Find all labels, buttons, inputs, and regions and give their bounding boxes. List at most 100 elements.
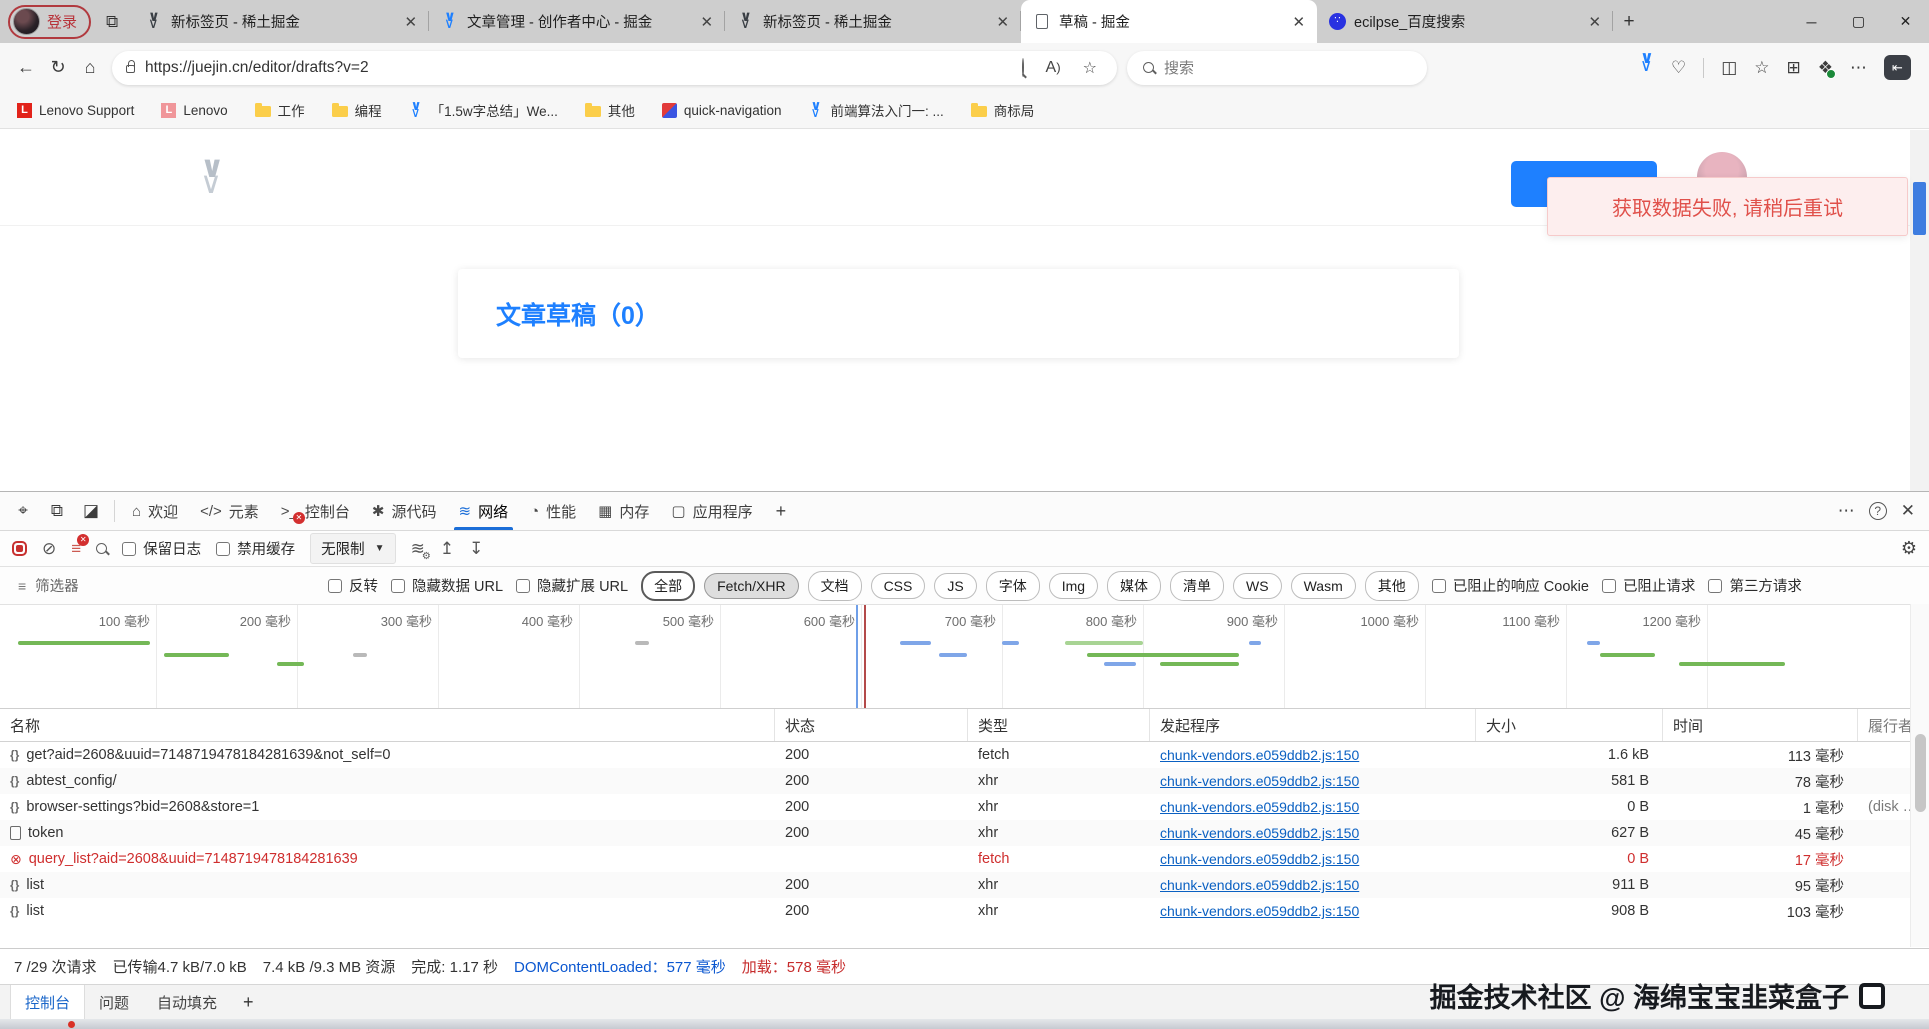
table-row[interactable]: {}list200xhrchunk-vendors.e059ddb2.js:15… <box>0 898 1929 924</box>
bookmark-item-7[interactable]: 前端算法入门一: ... <box>808 100 943 120</box>
network-settings-gear-icon[interactable]: ⚙ <box>1901 538 1917 559</box>
table-row[interactable]: ⊗query_list?aid=2608&uuid=71487194781842… <box>0 846 1929 872</box>
table-row[interactable]: {}get?aid=2608&uuid=7148719478184281639&… <box>0 742 1929 768</box>
invert-checkbox[interactable]: 反转 <box>328 575 378 596</box>
table-row[interactable]: token200xhrchunk-vendors.e059ddb2.js:150… <box>0 820 1929 846</box>
network-search-icon[interactable] <box>96 543 107 554</box>
filter-pill-ws[interactable]: WS <box>1233 573 1282 599</box>
search-box[interactable]: 搜索 <box>1127 51 1427 85</box>
preserve-log-checkbox[interactable]: 保留日志 <box>122 538 201 559</box>
table-row[interactable]: {}abtest_config/200xhrchunk-vendors.e059… <box>0 768 1929 794</box>
favorite-star-icon[interactable]: ☆ <box>1077 58 1103 78</box>
browser-tab-0[interactable]: 新标签页 - 稀土掘金✕ <box>133 0 429 43</box>
bookmark-item-8[interactable]: 商标局 <box>971 100 1035 120</box>
initiator-link[interactable]: chunk-vendors.e059ddb2.js:150 <box>1160 773 1359 789</box>
clear-network-log-icon[interactable]: ⊘ <box>42 539 56 559</box>
filter-pill-wasm[interactable]: Wasm <box>1291 573 1356 599</box>
dock-side-icon[interactable]: ◪ <box>74 501 108 521</box>
tab-close-icon[interactable]: ✕ <box>1288 13 1309 31</box>
refresh-button[interactable]: ↻ <box>42 57 74 78</box>
wallet-icon[interactable]: ❖ <box>1818 58 1833 78</box>
close-window-button[interactable]: ✕ <box>1882 0 1929 43</box>
browser-tab-4[interactable]: ecilpse_百度搜索✕ <box>1317 0 1613 43</box>
devtools-scrollbar[interactable] <box>1910 604 1929 947</box>
filter-input[interactable]: ≡ 筛选器 <box>10 573 315 599</box>
filter-pill--[interactable]: 文档 <box>808 571 862 601</box>
hide-extension-url-checkbox[interactable]: 隐藏扩展 URL <box>516 575 628 596</box>
table-row[interactable]: {}browser-settings?bid=2608&store=1200xh… <box>0 794 1929 820</box>
table-row[interactable]: {}list200xhrchunk-vendors.e059ddb2.js:15… <box>0 872 1929 898</box>
column-header-2[interactable]: 类型 <box>968 709 1150 741</box>
initiator-link[interactable]: chunk-vendors.e059ddb2.js:150 <box>1160 851 1359 867</box>
devtools-menu-icon[interactable]: ⋯ <box>1838 501 1855 521</box>
zoom-in-icon[interactable] <box>1016 59 1030 77</box>
column-header-0[interactable]: 名称 <box>0 709 775 741</box>
favorites-icon[interactable]: ☆ <box>1754 58 1769 78</box>
back-button[interactable]: ← <box>10 57 42 78</box>
initiator-link[interactable]: chunk-vendors.e059ddb2.js:150 <box>1160 747 1359 763</box>
devtools-more-tabs-button[interactable]: + <box>764 501 799 522</box>
tab-close-icon[interactable]: ✕ <box>1584 13 1605 31</box>
tab-actions-menu-icon[interactable]: ⧉ <box>97 12 127 32</box>
inspect-element-icon[interactable]: ⌖ <box>6 501 40 521</box>
column-header-3[interactable]: 发起程序 <box>1150 709 1476 741</box>
column-header-4[interactable]: 大小 <box>1476 709 1663 741</box>
network-overview-timeline[interactable]: 100 毫秒200 毫秒300 毫秒400 毫秒500 毫秒600 毫秒700 … <box>0 605 1929 709</box>
browser-tab-1[interactable]: 文章管理 - 创作者中心 - 掘金✕ <box>429 0 725 43</box>
bookmark-item-5[interactable]: 其他 <box>585 100 635 120</box>
throttling-dropdown[interactable]: 无限制 ▼ <box>310 533 395 564</box>
profile-button[interactable]: 登录 <box>8 5 91 39</box>
column-header-1[interactable]: 状态 <box>775 709 968 741</box>
page-scrollbar-thumb[interactable] <box>1913 182 1926 235</box>
new-tab-button[interactable]: + <box>1613 11 1645 33</box>
url-text[interactable]: https://juejin.cn/editor/drafts?v=2 <box>145 59 1006 77</box>
drawer-add-tab-button[interactable]: + <box>231 992 266 1013</box>
more-menu-icon[interactable]: ⋯ <box>1850 58 1867 78</box>
sidebar-toggle-button[interactable]: ⇤ <box>1884 55 1911 80</box>
home-button[interactable]: ⌂ <box>74 57 106 78</box>
initiator-link[interactable]: chunk-vendors.e059ddb2.js:150 <box>1160 799 1359 815</box>
drawer-tab-2[interactable]: 自动填充 <box>143 985 231 1020</box>
drawer-tab-1[interactable]: 问题 <box>85 985 143 1020</box>
devtools-tab-memory[interactable]: ▦内存 <box>587 492 660 530</box>
bookmark-item-4[interactable]: 「1.5w字总结」We... <box>409 100 558 120</box>
devtools-tab-application[interactable]: ▢应用程序 <box>660 492 763 530</box>
bookmark-item-2[interactable]: 工作 <box>255 100 305 120</box>
filter-pill-js[interactable]: JS <box>934 573 976 599</box>
drawer-tab-0[interactable]: 控制台 <box>10 985 85 1020</box>
devtools-help-icon[interactable]: ? <box>1869 502 1887 520</box>
juejin-logo-icon[interactable] <box>196 158 232 202</box>
network-conditions-icon[interactable]: ≋ <box>411 539 425 559</box>
lock-icon[interactable] <box>126 65 135 73</box>
browser-essentials-icon[interactable]: ♡ <box>1671 58 1686 78</box>
devtools-tab-home[interactable]: ⌂欢迎 <box>121 492 189 530</box>
filter-pill--[interactable]: 字体 <box>986 571 1040 601</box>
hide-data-url-checkbox[interactable]: 隐藏数据 URL <box>391 575 503 596</box>
record-network-log-button[interactable] <box>12 541 27 556</box>
maximize-button[interactable]: ▢ <box>1835 0 1882 43</box>
filter-checkbox-1[interactable]: 已阻止请求 <box>1602 575 1696 596</box>
filter-pill--[interactable]: 清单 <box>1170 571 1224 601</box>
device-emulation-icon[interactable]: ⧉ <box>40 501 74 521</box>
bookmark-item-3[interactable]: 编程 <box>332 100 382 120</box>
initiator-link[interactable]: chunk-vendors.e059ddb2.js:150 <box>1160 903 1359 919</box>
initiator-link[interactable]: chunk-vendors.e059ddb2.js:150 <box>1160 877 1359 893</box>
collections-icon[interactable]: ⊞ <box>1787 58 1801 78</box>
filter-pill--[interactable]: 媒体 <box>1107 571 1161 601</box>
tab-close-icon[interactable]: ✕ <box>400 13 421 31</box>
address-bar[interactable]: https://juejin.cn/editor/drafts?v=2 A) ☆ <box>112 51 1117 85</box>
browser-tab-3[interactable]: 草稿 - 掘金✕ <box>1021 0 1317 43</box>
juejin-extension-icon[interactable] <box>1638 59 1654 77</box>
read-aloud-icon[interactable]: A) <box>1040 59 1067 77</box>
filter-pill--[interactable]: 其他 <box>1365 571 1419 601</box>
devtools-tab-sources[interactable]: ✱源代码 <box>361 492 448 530</box>
filter-pill-css[interactable]: CSS <box>871 573 926 599</box>
column-header-5[interactable]: 时间 <box>1663 709 1858 741</box>
initiator-link[interactable]: chunk-vendors.e059ddb2.js:150 <box>1160 825 1359 841</box>
filter-pill--[interactable]: 全部 <box>641 571 695 601</box>
devtools-tab-elements[interactable]: </>元素 <box>189 492 270 530</box>
disable-cache-checkbox[interactable]: 禁用缓存 <box>216 538 295 559</box>
filter-checkbox-0[interactable]: 已阻止的响应 Cookie <box>1432 575 1589 596</box>
tab-close-icon[interactable]: ✕ <box>992 13 1013 31</box>
bookmark-item-0[interactable]: LLenovo Support <box>17 103 134 118</box>
